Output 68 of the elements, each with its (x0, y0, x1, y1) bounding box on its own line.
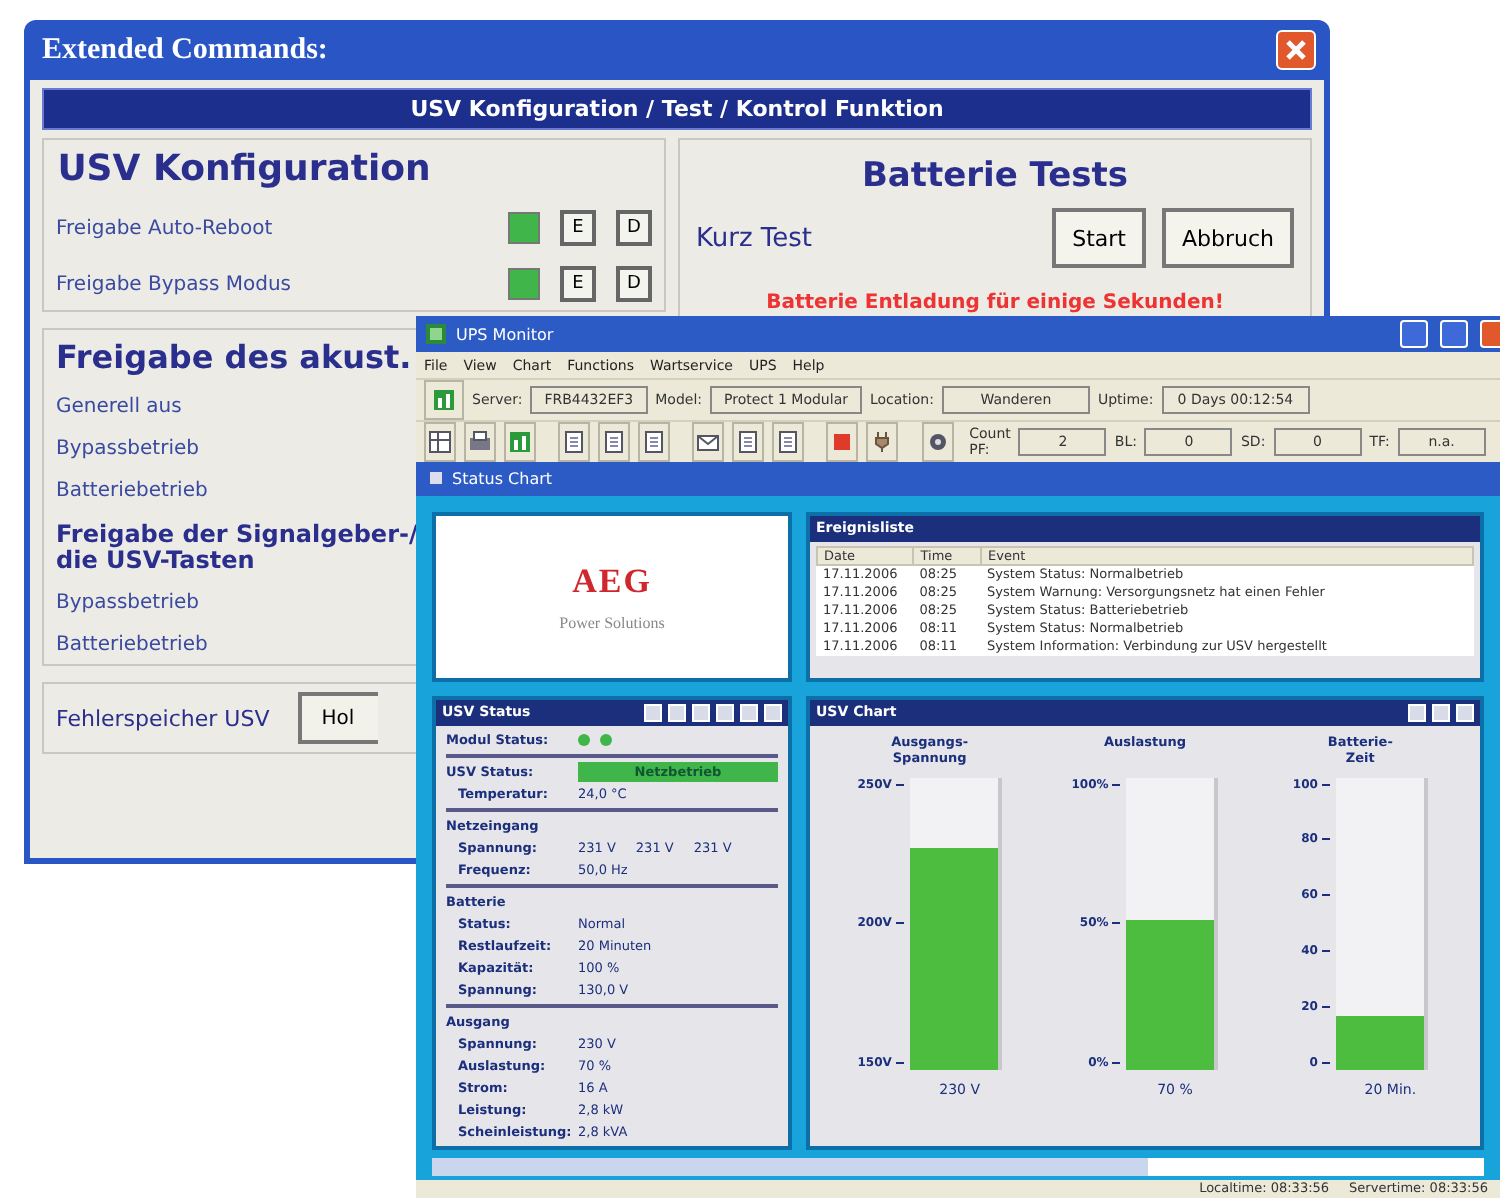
toolbar-button[interactable] (598, 422, 631, 463)
app-icon (424, 322, 448, 347)
tick-mark (895, 922, 904, 925)
toolbar-button[interactable] (692, 422, 725, 463)
close-button[interactable] (1276, 30, 1316, 70)
panel-title: Status Chart (452, 469, 553, 488)
tick-mark (895, 783, 904, 786)
tick-mark (1321, 1005, 1330, 1008)
tick-mark (895, 1061, 904, 1064)
minimize-button[interactable] (1400, 320, 1428, 349)
test-label: Kurz Test (696, 223, 815, 253)
option-label: Bypassbetrieb (56, 592, 199, 615)
toolbar-button[interactable] (866, 422, 899, 463)
printer-icon (468, 430, 492, 455)
section-heading: Freigabe der Signalgeber-/ die USV-Tasten (56, 522, 418, 573)
toolbar-button[interactable] (504, 422, 536, 463)
chart-icon (432, 388, 456, 413)
option-label: Bypassbetrieb (56, 438, 199, 460)
brand-tagline: Power Solutions (559, 613, 665, 632)
option-label: Generell aus (56, 396, 182, 418)
close-icon (1284, 38, 1308, 62)
test-button[interactable]: Abbruch (1161, 208, 1294, 268)
toggle-button[interactable]: D (616, 266, 652, 302)
toolbar-button[interactable] (772, 422, 805, 463)
tick-mark (1321, 950, 1330, 953)
fetch-button[interactable]: Hol (297, 692, 378, 745)
toolbar-button[interactable] (638, 422, 671, 463)
toolbar-button[interactable] (424, 422, 456, 463)
option-label: Freigabe Bypass Modus (56, 273, 293, 295)
plug-icon (870, 430, 895, 455)
toolbar-button[interactable] (826, 422, 859, 463)
grid-icon (428, 430, 452, 455)
toggle-button[interactable]: E (560, 210, 596, 246)
page-icon (642, 430, 667, 455)
toolbar-button[interactable] (558, 422, 591, 463)
page-icon (736, 430, 761, 455)
window-title: Extended Commands: (42, 33, 328, 67)
page-icon (602, 430, 627, 455)
page-icon (562, 430, 587, 455)
toolbar-button[interactable] (732, 422, 765, 463)
option-label: Freigabe Auto-Reboot (56, 217, 275, 239)
section-heading: USV Konfiguration (56, 148, 433, 190)
stop-icon (830, 430, 855, 455)
section-banner: USV Konfiguration / Test / Kontrol Funktion (42, 88, 1312, 130)
section-heading: Freigabe des akust. (56, 338, 412, 376)
tick-mark (1321, 894, 1330, 897)
toggle-button[interactable]: D (616, 210, 652, 246)
option-label: Batteriebetrieb (56, 480, 208, 502)
tick-mark (1112, 922, 1121, 925)
page-icon (776, 430, 801, 455)
warning-text: Batterie Entladung für einige Sekunden! (764, 292, 1226, 314)
tick-mark (1321, 1061, 1330, 1064)
maximize-button[interactable] (1440, 320, 1468, 349)
chart-icon (508, 430, 532, 455)
brand-logo: AEG (572, 561, 652, 602)
envelope-icon (696, 430, 721, 455)
toolbar-button[interactable] (424, 380, 464, 421)
tick-mark (1321, 783, 1330, 786)
toolbar-button[interactable] (464, 422, 496, 463)
test-button[interactable]: Start (1052, 208, 1146, 268)
toggle-button[interactable]: E (560, 266, 596, 302)
section-heading: Batterie Tests (859, 156, 1131, 196)
option-label: Batteriebetrieb (56, 634, 208, 657)
toolbar-button[interactable] (921, 422, 954, 463)
tick-mark (1321, 838, 1330, 841)
close-button[interactable] (1480, 320, 1500, 349)
window-title: UPS Monitor (456, 325, 556, 344)
error-log-label: Fehlerspeicher USV (56, 705, 270, 732)
